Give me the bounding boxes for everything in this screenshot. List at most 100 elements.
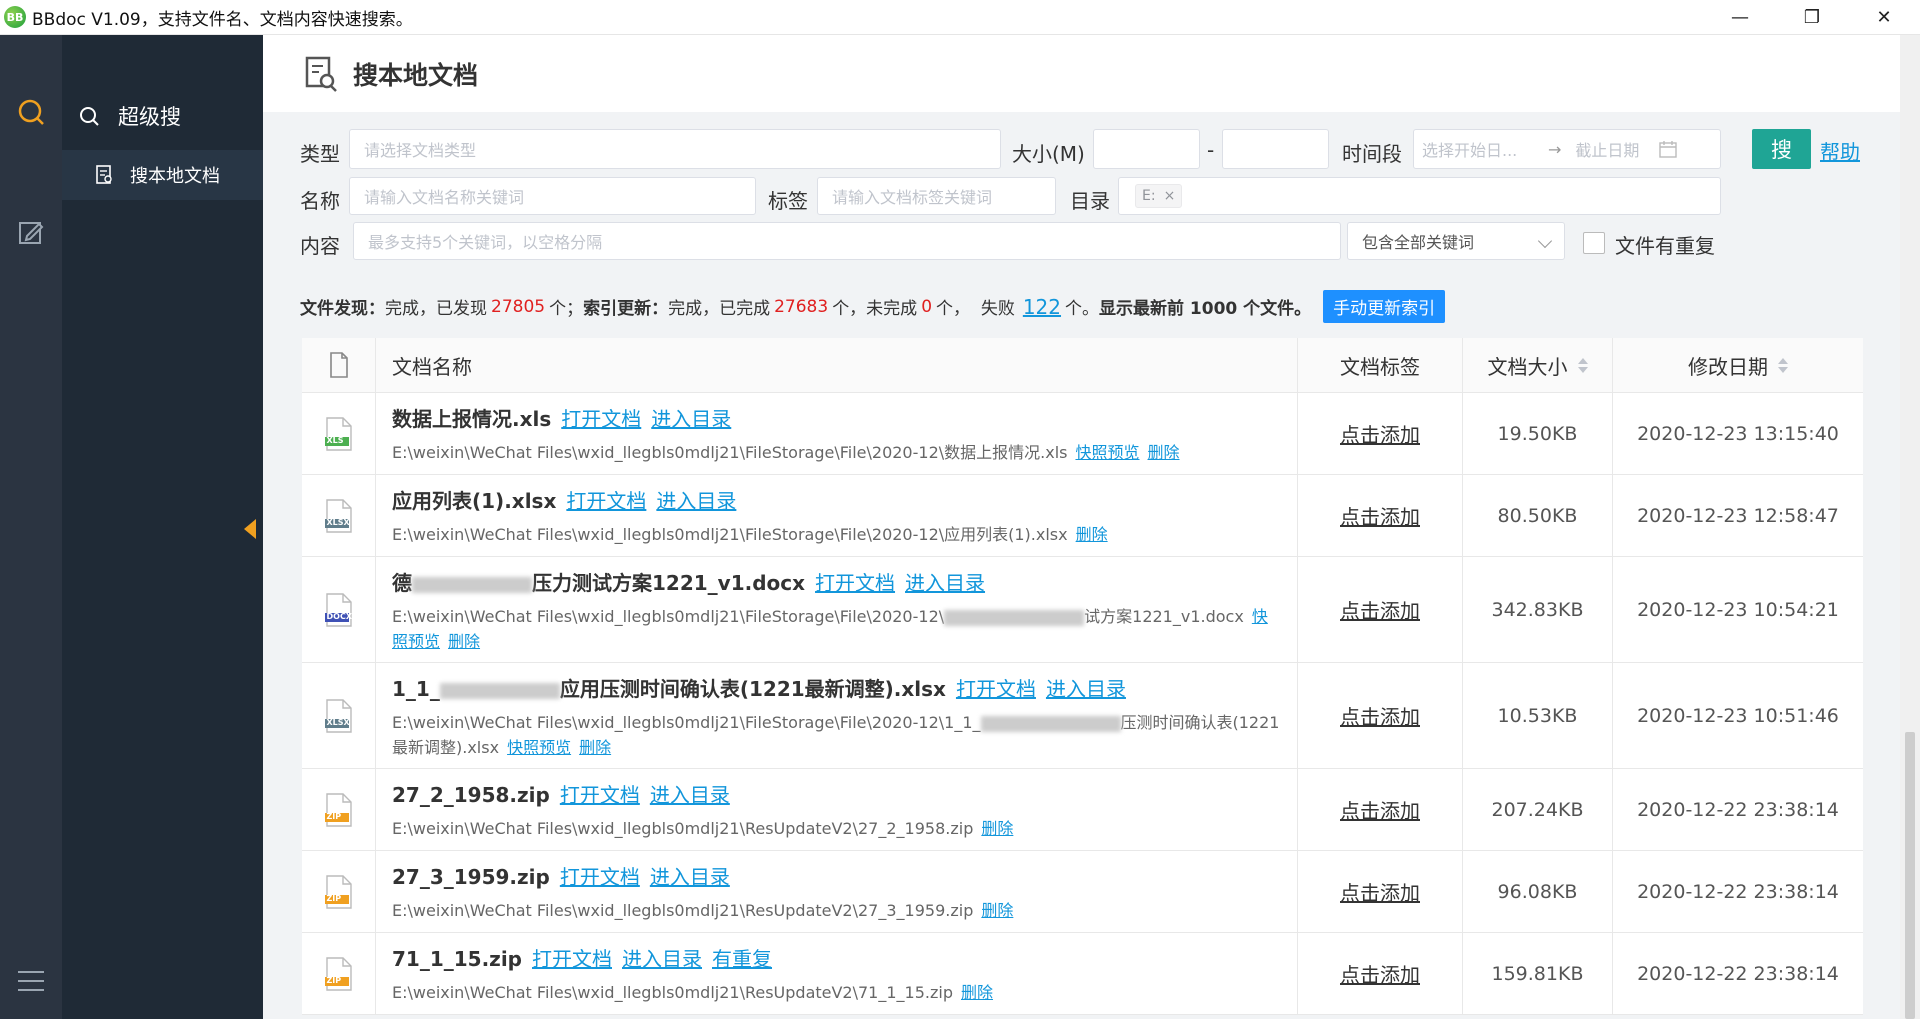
name-input[interactable]: 请输入文档名称关键词 — [349, 177, 756, 215]
file-size: 342.83KB — [1463, 557, 1613, 662]
open-directory-link[interactable]: 进入目录 — [651, 407, 731, 431]
scrollbar-thumb[interactable] — [1905, 732, 1915, 1019]
edit-icon[interactable] — [17, 218, 45, 246]
title-bar: BB BBdoc V1.09，支持文件名、文档内容快速搜索。 — ❐ ✕ — [0, 0, 1920, 35]
app-logo-icon: BB — [4, 6, 26, 28]
dir-label: 目录 — [1070, 189, 1110, 213]
add-tag-link[interactable]: 点击添加 — [1298, 393, 1463, 474]
match-mode-select[interactable]: 包含全部关键词 — [1347, 222, 1565, 260]
duplicate-link[interactable]: 有重复 — [712, 947, 772, 971]
search-button[interactable]: 搜 — [1752, 129, 1811, 169]
table-row: ZIP 27_2_1958.zip 打开文档 进入目录 E:\weixin\WeChat… — [302, 769, 1863, 851]
dir-select[interactable]: E: × — [1118, 177, 1721, 215]
header-size[interactable]: 文档大小 — [1463, 338, 1613, 393]
tag-input-placeholder: 请输入文档标签关键词 — [832, 188, 993, 207]
add-tag-link[interactable]: 点击添加 — [1298, 475, 1463, 556]
zip-file-icon: ZIP — [324, 792, 354, 827]
dir-chip-close-icon[interactable]: × — [1164, 188, 1176, 204]
delete-link[interactable]: 删除 — [1148, 443, 1180, 462]
restore-button[interactable]: ❐ — [1776, 0, 1848, 35]
add-tag-link[interactable]: 点击添加 — [1298, 557, 1463, 662]
limit-text: 显示最新前 1000 个文件。 — [1099, 299, 1312, 319]
content-input[interactable]: 最多支持5个关键词，以空格分隔 — [353, 222, 1341, 260]
delete-link[interactable]: 删除 — [981, 901, 1013, 920]
nav-section-super-search[interactable]: 超级搜 — [78, 101, 181, 131]
page-header: 搜本地文档 — [263, 35, 1900, 112]
size-min-input[interactable] — [1093, 129, 1200, 169]
modified-date: 2020-12-23 13:15:40 — [1637, 422, 1839, 445]
header-size-label: 文档大小 — [1487, 354, 1568, 379]
size-label: 大小(M) — [1012, 142, 1085, 166]
size-separator: - — [1207, 138, 1215, 162]
sort-icon[interactable] — [1778, 357, 1788, 373]
open-directory-link[interactable]: 进入目录 — [905, 571, 985, 595]
open-document-link[interactable]: 打开文档 — [532, 947, 612, 971]
preview-link[interactable]: 快照预览 — [507, 738, 571, 757]
open-document-link[interactable]: 打开文档 — [566, 489, 646, 513]
open-document-link[interactable]: 打开文档 — [560, 783, 640, 807]
open-directory-link[interactable]: 进入目录 — [622, 947, 702, 971]
tag-label: 标签 — [768, 189, 808, 213]
file-title-line: 应用列表(1).xlsx 打开文档 进入目录 — [392, 485, 1281, 514]
reindex-button[interactable]: 手动更新索引 — [1323, 290, 1446, 323]
add-tag-link[interactable]: 点击添加 — [1298, 851, 1463, 932]
date-end-placeholder[interactable]: 截止日期 — [1575, 137, 1639, 161]
header-date[interactable]: 修改日期 — [1613, 338, 1863, 393]
file-title-line: 德 压力测试方案1221_v1.docx 打开文档 进入目录 — [392, 567, 1281, 596]
open-document-link[interactable]: 打开文档 — [815, 571, 895, 595]
add-tag-link[interactable]: 点击添加 — [1298, 769, 1463, 850]
table-row: ZIP 71_1_15.zip 打开文档 进入目录 有重复 E:\weixin\WeCha… — [302, 933, 1863, 1015]
size-max-input[interactable] — [1222, 129, 1329, 169]
zip-file-icon: ZIP — [324, 874, 354, 909]
delete-link[interactable]: 删除 — [448, 632, 480, 651]
open-document-link[interactable]: 打开文档 — [956, 677, 1036, 701]
delete-link[interactable]: 删除 — [961, 983, 993, 1002]
help-link[interactable]: 帮助 — [1820, 136, 1860, 165]
open-directory-link[interactable]: 进入目录 — [1046, 677, 1126, 701]
redacted-text — [944, 609, 1085, 626]
open-document-link[interactable]: 打开文档 — [560, 865, 640, 889]
name-label: 名称 — [300, 189, 340, 213]
index-failed-link[interactable]: 122 — [1023, 295, 1061, 319]
file-name-cell: 27_3_1959.zip 打开文档 进入目录 E:\weixin\WeChat Fi… — [376, 851, 1298, 932]
dup-checkbox[interactable] — [1583, 232, 1605, 254]
open-document-link[interactable]: 打开文档 — [561, 407, 641, 431]
add-tag-link[interactable]: 点击添加 — [1298, 663, 1463, 768]
modified-date: 2020-12-22 23:38:14 — [1637, 880, 1839, 903]
file-name: 27_2_1958.zip — [392, 783, 550, 807]
file-name-cell: 71_1_15.zip 打开文档 进入目录 有重复 E:\weixin\WeChat F… — [376, 933, 1298, 1014]
open-directory-link[interactable]: 进入目录 — [656, 489, 736, 513]
file-type-label: ZIP — [326, 811, 342, 821]
discover-unit: 个； — [549, 299, 584, 319]
preview-link[interactable]: 快照预览 — [1075, 443, 1139, 462]
file-path-line: E:\weixin\WeChat Files\wxid_llegbls0mdlj… — [392, 604, 1281, 654]
date-start-placeholder[interactable]: 选择开始日... — [1422, 137, 1534, 161]
file-path-line: E:\weixin\WeChat Files\wxid_llegbls0mdlj… — [392, 522, 1281, 547]
file-icon — [329, 352, 348, 378]
menu-icon[interactable] — [16, 968, 46, 994]
sort-icon[interactable] — [1577, 357, 1588, 373]
table-row: DOCX 德 压力测试方案1221_v1.docx 打开文档 进入目录 E:\weixin… — [302, 557, 1863, 663]
delete-link[interactable]: 删除 — [981, 819, 1013, 838]
date-range-picker[interactable]: 选择开始日... → 截止日期 — [1413, 129, 1721, 169]
file-name-cell: 27_2_1958.zip 打开文档 进入目录 E:\weixin\WeChat Fi… — [376, 769, 1298, 850]
xls-file-icon: XLS — [324, 416, 354, 451]
document-search-icon — [96, 165, 112, 184]
file-type-cell: XLS — [302, 393, 376, 474]
minimize-button[interactable]: — — [1704, 0, 1776, 35]
type-select[interactable]: 请选择文档类型 — [349, 129, 1001, 169]
delete-link[interactable]: 删除 — [1076, 525, 1108, 544]
zip-file-icon: ZIP — [324, 956, 354, 991]
search-icon[interactable] — [16, 97, 46, 127]
open-directory-link[interactable]: 进入目录 — [650, 783, 730, 807]
close-button[interactable]: ✕ — [1848, 0, 1920, 35]
tag-input[interactable]: 请输入文档标签关键词 — [817, 177, 1056, 215]
delete-link[interactable]: 删除 — [579, 738, 611, 757]
file-name: 应用列表(1).xlsx — [392, 489, 557, 513]
open-directory-link[interactable]: 进入目录 — [650, 865, 730, 889]
nav-item-local-search[interactable]: 搜本地文档 — [62, 150, 263, 200]
file-name-prefix: 德 — [392, 571, 412, 595]
collapse-arrow-icon[interactable] — [244, 519, 256, 539]
add-tag-link[interactable]: 点击添加 — [1298, 933, 1463, 1014]
modified-date: 2020-12-23 10:51:46 — [1637, 704, 1839, 727]
